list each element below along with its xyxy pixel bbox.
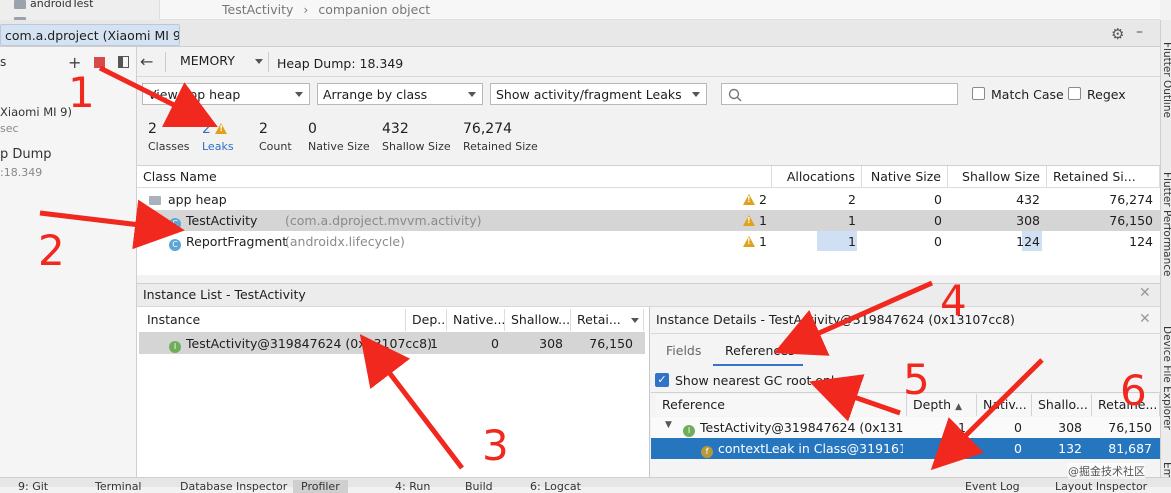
annotation-arrows <box>39 65 1044 471</box>
annotation-number-4: 4 <box>940 276 967 325</box>
annotation-arrow-5 <box>809 374 901 422</box>
annotation-number-3: 3 <box>482 421 509 470</box>
annotation-arrow-1 <box>98 65 218 127</box>
annotation-arrow-4 <box>773 280 934 356</box>
annotation-number-1: 1 <box>68 68 95 117</box>
annotation-number-2: 2 <box>38 226 65 275</box>
annotation-number-6: 6 <box>1120 366 1147 415</box>
annotation-arrow-6 <box>930 358 1044 471</box>
annotation-number-5: 5 <box>903 355 930 404</box>
annotation-arrow-3 <box>359 334 464 470</box>
